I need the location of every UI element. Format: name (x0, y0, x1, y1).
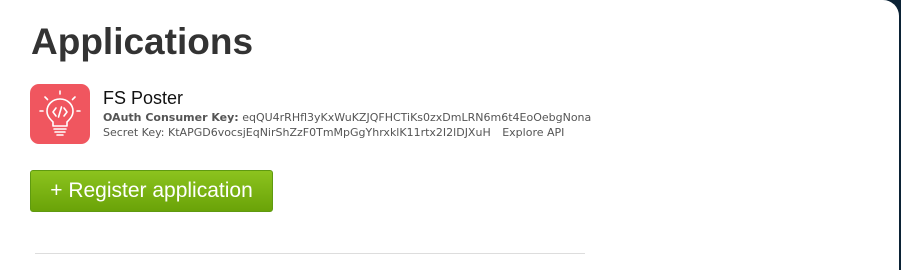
explore-api-link[interactable]: Explore API (502, 126, 564, 139)
register-application-button[interactable]: + Register application (30, 170, 273, 212)
applications-page: Applications FS Poster OAuth Consumer Ke… (0, 0, 899, 270)
consumer-key-label: OAuth Consumer Key: (103, 111, 239, 124)
consumer-key-value: eqQU4rRHfl3yKxWuKZJQFHCTiKs0zxDmLRN6m6t4… (242, 111, 592, 124)
lightbulb-code-icon[interactable] (30, 84, 90, 144)
secret-key-row: Secret Key: KtAPGD6vocsjEqNirShZzF0TmMpG… (103, 126, 564, 140)
app-name[interactable]: FS Poster (103, 87, 183, 109)
secret-key-label: Secret Key: (103, 126, 165, 139)
divider (35, 253, 585, 254)
secret-key-value: KtAPGD6vocsjEqNirShZzF0TmMpGgYhrxklK11rt… (168, 126, 491, 139)
page-title: Applications (31, 21, 254, 62)
consumer-key-row: OAuth Consumer Key: eqQU4rRHfl3yKxWuKZJQ… (103, 111, 591, 125)
